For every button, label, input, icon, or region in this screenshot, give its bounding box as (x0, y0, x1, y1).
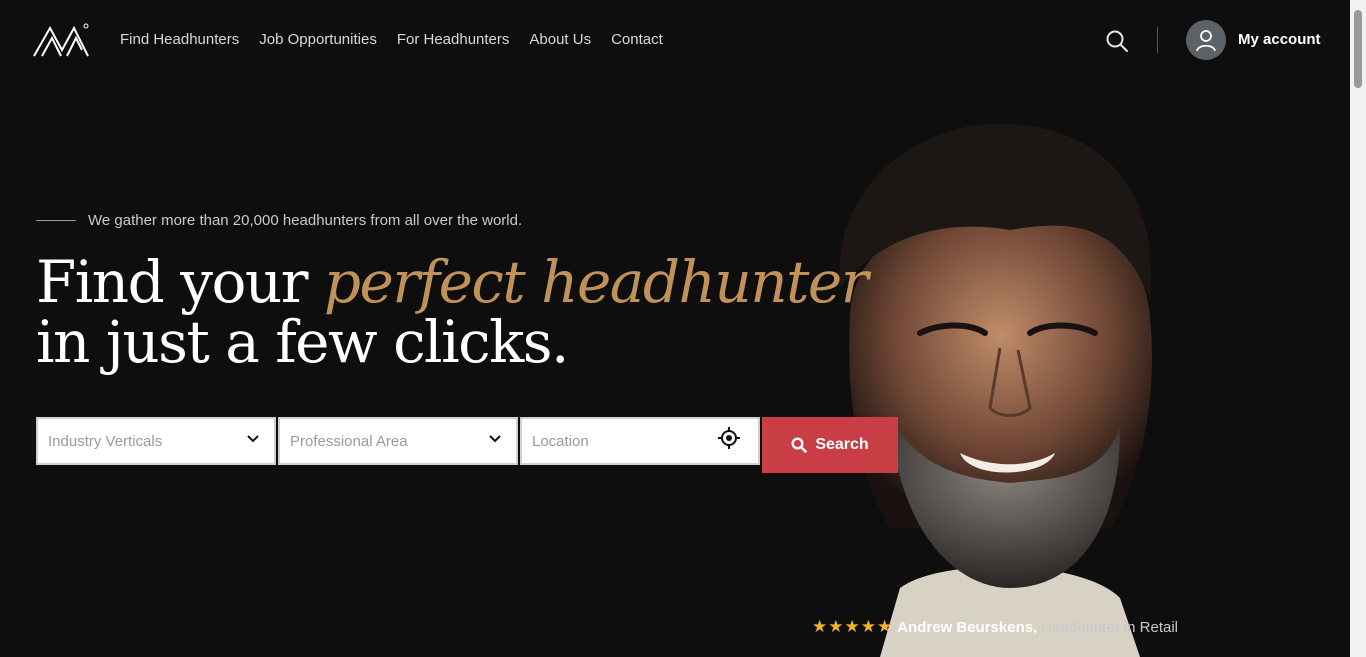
main-nav: Find Headhunters Job Opportunities For H… (120, 31, 663, 48)
search-button[interactable]: Search (762, 417, 898, 473)
headhunter-portrait (839, 123, 1152, 657)
industry-verticals-select[interactable]: Industry Verticals (36, 417, 276, 465)
my-account-link[interactable]: My account (1238, 31, 1321, 48)
industry-verticals-placeholder: Industry Verticals (48, 433, 163, 450)
tagline: We gather more than 20,000 headhunters f… (88, 212, 523, 229)
headline-part1: Find your (36, 248, 324, 316)
location-placeholder: Location (532, 433, 589, 450)
testimonial: ★★★★★ Andrew Beurskens, Headhunter in Re… (812, 617, 1178, 637)
scrollbar-thumb[interactable] (1354, 10, 1362, 88)
logo-icon[interactable] (32, 22, 90, 58)
headline-accent: perfect headhunter (323, 248, 869, 316)
nav-job-opportunities[interactable]: Job Opportunities (259, 31, 377, 48)
chevron-down-icon (247, 435, 259, 443)
search-button-label: Search (815, 436, 869, 453)
testimonial-role: Headhunter in Retail (1041, 618, 1179, 636)
search-icon[interactable] (1105, 29, 1129, 53)
search-icon (791, 437, 808, 453)
avatar[interactable] (1186, 20, 1226, 60)
headline-line2: in just a few clicks. (36, 308, 570, 376)
header-divider (1157, 27, 1158, 53)
nav-for-headhunters[interactable]: For Headhunters (397, 31, 510, 48)
user-icon (1196, 30, 1216, 52)
testimonial-name: Andrew Beurskens, (897, 618, 1038, 636)
location-input[interactable]: Location (520, 417, 760, 465)
star-icon: ★★★★★ (812, 617, 894, 636)
tagline-rule (36, 220, 76, 221)
locate-icon[interactable] (718, 427, 740, 449)
nav-about-us[interactable]: About Us (529, 31, 591, 48)
page-title: Find your perfect headhunter in just a fe… (36, 252, 868, 372)
professional-area-select[interactable]: Professional Area (278, 417, 518, 465)
nav-contact[interactable]: Contact (611, 31, 663, 48)
scrollbar[interactable] (1350, 0, 1366, 657)
nav-find-headhunters[interactable]: Find Headhunters (120, 31, 239, 48)
chevron-down-icon (489, 435, 501, 443)
professional-area-placeholder: Professional Area (290, 433, 408, 450)
